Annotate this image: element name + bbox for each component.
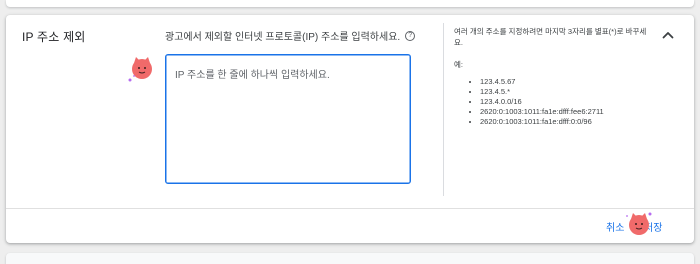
example-list: 123.4.5.67 123.4.5.* 123.4.0.0/16 2620:0… xyxy=(454,77,654,127)
help-panel: 여러 개의 주소를 지정하려면 마지막 3자리를 별표(*)로 바꾸세요. 예:… xyxy=(454,26,654,127)
horizontal-divider xyxy=(6,208,694,209)
example-item: 123.4.5.67 xyxy=(480,77,654,87)
cat-mascot-icon xyxy=(128,57,152,82)
previous-card-edge xyxy=(6,0,694,7)
field-label: 광고에서 제외할 인터넷 프로토콜(IP) 주소를 입력하세요. ? xyxy=(165,28,416,43)
help-icon[interactable]: ? xyxy=(405,30,416,41)
help-intro: 여러 개의 주소를 지정하려면 마지막 3자리를 별표(*)로 바꾸세요. xyxy=(454,27,647,47)
example-item: 2620:0:1003:1011:fa1e:dfff:0:0/96 xyxy=(480,117,654,127)
ip-exclusion-card: IP 주소 제외 광고에서 제외할 인터넷 프로토콜(IP) 주소를 입력하세요… xyxy=(6,15,694,243)
field-label-text: 광고에서 제외할 인터넷 프로토콜(IP) 주소를 입력하세요. xyxy=(165,32,401,43)
cat-mascot-icon xyxy=(626,212,652,235)
ip-address-input[interactable] xyxy=(165,54,411,184)
example-item: 123.4.5.* xyxy=(480,87,654,97)
chevron-up-icon xyxy=(662,32,674,39)
section-title: IP 주소 제외 xyxy=(22,30,86,44)
example-item: 2620:0:1003:1011:fa1e:dfff:fee6:2711 xyxy=(480,107,654,117)
example-item: 123.4.0.0/16 xyxy=(480,97,654,107)
next-card-edge xyxy=(6,253,694,264)
vertical-divider xyxy=(443,23,444,196)
help-example-label: 예: xyxy=(454,60,463,69)
collapse-button[interactable] xyxy=(656,23,680,47)
